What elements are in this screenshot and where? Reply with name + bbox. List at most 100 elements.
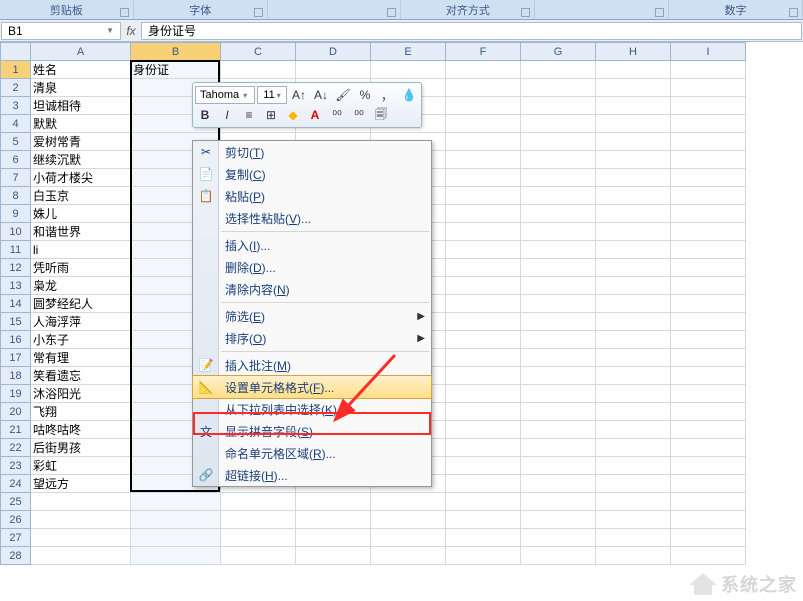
percent-button[interactable]: % <box>355 85 375 105</box>
cell[interactable] <box>446 529 521 547</box>
cell[interactable] <box>596 349 671 367</box>
cell[interactable] <box>671 205 746 223</box>
cell[interactable] <box>671 313 746 331</box>
cell[interactable]: 望远方 <box>31 475 131 493</box>
row-header[interactable]: 21 <box>1 421 31 439</box>
column-header-B[interactable]: B <box>131 43 221 61</box>
cell[interactable] <box>596 403 671 421</box>
row-header[interactable]: 26 <box>1 511 31 529</box>
cell[interactable]: 坦诚相待 <box>31 97 131 115</box>
cell[interactable] <box>446 169 521 187</box>
cell[interactable]: 彩虹 <box>31 457 131 475</box>
row-header[interactable]: 8 <box>1 187 31 205</box>
context-menu[interactable]: ✂剪切(T)📄复制(C)📋粘贴(P)选择性粘贴(V)...插入(I)...删除(… <box>192 140 432 487</box>
cell[interactable] <box>131 493 221 511</box>
cell[interactable] <box>446 385 521 403</box>
context-menu-item[interactable]: 清除内容(N) <box>193 278 431 300</box>
cell[interactable] <box>596 439 671 457</box>
cell[interactable] <box>371 547 446 565</box>
cell[interactable]: 小东子 <box>31 331 131 349</box>
cell[interactable] <box>596 313 671 331</box>
cell[interactable] <box>521 151 596 169</box>
cell[interactable] <box>446 475 521 493</box>
name-box[interactable]: B1 ▼ <box>1 22 121 40</box>
cell[interactable]: 咕咚咕咚 <box>31 421 131 439</box>
shrink-font-button[interactable]: A↓ <box>311 85 331 105</box>
cell[interactable] <box>521 511 596 529</box>
cell[interactable] <box>521 169 596 187</box>
row-header[interactable]: 15 <box>1 313 31 331</box>
cell[interactable] <box>31 547 131 565</box>
cell[interactable] <box>31 529 131 547</box>
cell[interactable] <box>131 529 221 547</box>
context-menu-item[interactable]: 排序(O)▶ <box>193 327 431 349</box>
cell[interactable] <box>596 151 671 169</box>
cell[interactable] <box>31 511 131 529</box>
cell[interactable] <box>671 385 746 403</box>
cell[interactable] <box>671 259 746 277</box>
cell[interactable] <box>671 493 746 511</box>
fill-color-button[interactable]: 💧 <box>399 85 419 105</box>
cell[interactable] <box>671 547 746 565</box>
ribbon-group-clipboard[interactable]: 剪贴板 <box>0 0 134 19</box>
cell[interactable] <box>446 61 521 79</box>
cell[interactable] <box>596 547 671 565</box>
cell[interactable] <box>671 277 746 295</box>
cell[interactable] <box>671 457 746 475</box>
context-menu-item[interactable]: 从下拉列表中选择(K)... <box>193 398 431 420</box>
row-header[interactable]: 18 <box>1 367 31 385</box>
align-button[interactable]: ≡ <box>239 105 259 125</box>
fill-button[interactable]: ◆ <box>283 105 303 125</box>
cell[interactable] <box>521 421 596 439</box>
italic-button[interactable]: I <box>217 105 237 125</box>
cell[interactable] <box>671 115 746 133</box>
cell[interactable] <box>671 61 746 79</box>
grow-font-button[interactable]: A↑ <box>289 85 309 105</box>
comma-button[interactable]: ， <box>377 85 397 105</box>
cell[interactable] <box>596 61 671 79</box>
cell[interactable] <box>596 493 671 511</box>
bold-button[interactable]: B <box>195 105 215 125</box>
cell[interactable] <box>446 115 521 133</box>
cell[interactable] <box>221 493 296 511</box>
cell[interactable] <box>521 259 596 277</box>
cell[interactable] <box>521 403 596 421</box>
row-header[interactable]: 5 <box>1 133 31 151</box>
cell[interactable] <box>446 241 521 259</box>
cell[interactable]: 人海浮萍 <box>31 313 131 331</box>
cell[interactable]: 清泉 <box>31 79 131 97</box>
cell[interactable] <box>446 421 521 439</box>
column-header-C[interactable]: C <box>221 43 296 61</box>
cell[interactable] <box>596 79 671 97</box>
cell[interactable] <box>371 511 446 529</box>
cell[interactable] <box>521 223 596 241</box>
cell[interactable] <box>521 187 596 205</box>
ribbon-group-number[interactable]: 数字 <box>669 0 803 19</box>
cell[interactable] <box>596 205 671 223</box>
cell[interactable] <box>446 79 521 97</box>
cell[interactable] <box>521 241 596 259</box>
row-header[interactable]: 25 <box>1 493 31 511</box>
cell[interactable] <box>671 439 746 457</box>
cell[interactable] <box>221 511 296 529</box>
cell[interactable] <box>446 259 521 277</box>
cell[interactable]: 凭听雨 <box>31 259 131 277</box>
cell[interactable] <box>596 367 671 385</box>
cell[interactable] <box>521 493 596 511</box>
cell[interactable] <box>446 133 521 151</box>
cell[interactable] <box>296 493 371 511</box>
cell[interactable] <box>31 493 131 511</box>
row-header[interactable]: 12 <box>1 259 31 277</box>
cell[interactable] <box>296 511 371 529</box>
cell[interactable] <box>521 331 596 349</box>
cell[interactable] <box>446 295 521 313</box>
cell[interactable] <box>671 79 746 97</box>
column-header-E[interactable]: E <box>371 43 446 61</box>
context-menu-item[interactable]: 🔗超链接(H)... <box>193 464 431 486</box>
row-header[interactable]: 17 <box>1 349 31 367</box>
context-menu-item[interactable]: 📋粘贴(P) <box>193 185 431 207</box>
context-menu-item[interactable]: 📐设置单元格格式(F)... <box>193 376 431 398</box>
cell[interactable] <box>446 151 521 169</box>
cell[interactable] <box>446 223 521 241</box>
select-all-cell[interactable] <box>1 43 31 61</box>
